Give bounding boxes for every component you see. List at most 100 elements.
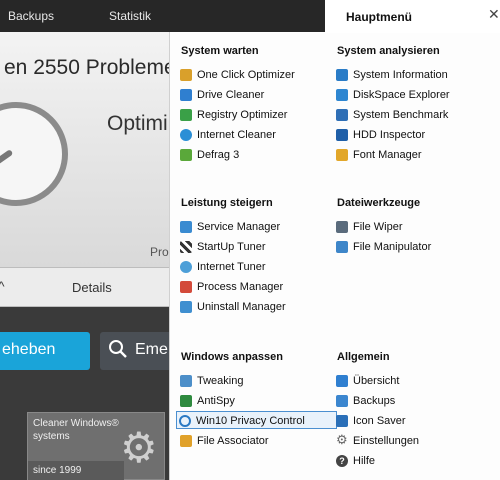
menu-item-label: Übersicht [353, 375, 400, 387]
overview-icon [336, 375, 348, 387]
badge-year: since 1999 [28, 461, 124, 480]
menu-item-label: StartUp Tuner [197, 241, 266, 253]
menu-item-label: Backups [353, 395, 396, 407]
chevron-up-icon: ^ [0, 278, 5, 294]
menu-item-font-manager[interactable]: Font Manager [334, 146, 492, 164]
main-menu-panel: System warten One Click Optimizer Drive … [169, 32, 500, 480]
problem-count-title: en 2550 Probleme [4, 56, 176, 79]
menu-item-one-click-optimizer[interactable]: One Click Optimizer [178, 66, 336, 84]
badge-line-2: systems [33, 431, 70, 442]
section-title-allgemein: Allgemein [337, 351, 390, 363]
service-manager-icon [180, 221, 192, 233]
menu-item-tweaking[interactable]: Tweaking [178, 372, 336, 390]
details-label: Details [72, 280, 112, 295]
menu-item-label: Internet Cleaner [197, 129, 276, 141]
menu-item-label: Tweaking [197, 375, 244, 387]
speedometer-icon [0, 102, 68, 206]
section-title-windows-anpassen: Windows anpassen [181, 351, 283, 363]
menu-item-label: Win10 Privacy Control [196, 415, 305, 427]
menu-item-overview[interactable]: Übersicht [334, 372, 492, 390]
optimize-title: Optimi [107, 112, 168, 135]
menu-item-system-benchmark[interactable]: System Benchmark [334, 106, 492, 124]
menu-item-internet-tuner[interactable]: Internet Tuner [178, 258, 336, 276]
menu-item-backups[interactable]: Backups [334, 392, 492, 410]
tab-statistik[interactable]: Statistik [109, 9, 151, 23]
internet-tuner-icon [180, 261, 192, 273]
menu-item-label: Uninstall Manager [197, 301, 286, 313]
menu-item-label: DiskSpace Explorer [353, 89, 450, 101]
search-icon [108, 339, 128, 364]
main-menu-title: Hauptmenü [346, 10, 412, 24]
main-menu-tab[interactable]: Hauptmenü ✕ [325, 0, 500, 32]
menu-item-icon-saver[interactable]: Icon Saver [334, 412, 492, 430]
registry-optimizer-icon [180, 109, 192, 121]
menu-item-file-associator[interactable]: File Associator [178, 432, 336, 450]
menu-item-label: File Wiper [353, 221, 403, 233]
menu-item-file-wiper[interactable]: File Wiper [334, 218, 492, 236]
icon-saver-icon [336, 415, 348, 427]
settings-icon: ⚙ [336, 432, 348, 447]
fix-problems-label: eheben [2, 341, 56, 358]
menu-item-label: AntiSpy [197, 395, 235, 407]
section-title-system-analysieren: System analysieren [337, 45, 440, 57]
menu-item-system-information[interactable]: System Information [334, 66, 492, 84]
uninstall-manager-icon [180, 301, 192, 313]
drive-cleaner-icon [180, 89, 192, 101]
one-click-optimizer-icon [180, 69, 192, 81]
close-icon[interactable]: ✕ [488, 6, 500, 23]
font-manager-icon [336, 149, 348, 161]
more-button-label: Eme [135, 341, 168, 358]
menu-item-process-manager[interactable]: Process Manager [178, 278, 336, 296]
system-information-icon [336, 69, 348, 81]
pro-label: Pro [150, 245, 169, 259]
defrag-icon [180, 149, 192, 161]
menu-item-antispy[interactable]: AntiSpy [178, 392, 336, 410]
menu-item-file-manipulator[interactable]: File Manipulator [334, 238, 492, 256]
menu-item-label: Hilfe [353, 455, 376, 467]
cleaner-windows-badge: Cleaner Windows® systems since 1999 ⚙ [27, 412, 165, 480]
menu-item-label: Service Manager [197, 221, 281, 233]
menu-item-label: Einstellungen [353, 435, 420, 447]
file-associator-icon [180, 435, 192, 447]
internet-cleaner-icon [180, 129, 192, 141]
menu-item-label: System Benchmark [353, 109, 449, 121]
section-title-system-warten: System warten [181, 45, 259, 57]
menu-item-hdd-inspector[interactable]: HDD Inspector [334, 126, 492, 144]
menu-item-help[interactable]: ? Hilfe [334, 452, 492, 470]
menu-item-defrag[interactable]: Defrag 3 [178, 146, 336, 164]
menu-item-label: Defrag 3 [197, 149, 240, 161]
hdd-inspector-icon [336, 129, 348, 141]
menu-item-label: Process Manager [197, 281, 284, 293]
backups-icon [336, 395, 348, 407]
menu-item-service-manager[interactable]: Service Manager [178, 218, 336, 236]
menu-item-label: HDD Inspector [353, 129, 426, 141]
menu-item-label: One Click Optimizer [197, 69, 295, 81]
file-wiper-icon [336, 221, 348, 233]
menu-item-label: Registry Optimizer [197, 109, 288, 121]
menu-item-label: Internet Tuner [197, 261, 266, 273]
menu-item-internet-cleaner[interactable]: Internet Cleaner [178, 126, 336, 144]
menu-item-uninstall-manager[interactable]: Uninstall Manager [178, 298, 336, 316]
fix-problems-button[interactable]: eheben [0, 332, 90, 370]
menu-item-startup-tuner[interactable]: StartUp Tuner [178, 238, 336, 256]
diskspace-explorer-icon [336, 89, 348, 101]
menu-item-diskspace-explorer[interactable]: DiskSpace Explorer [334, 86, 492, 104]
help-icon: ? [336, 455, 348, 467]
menu-item-label: Icon Saver [353, 415, 406, 427]
section-title-leistung-steigern: Leistung steigern [181, 197, 273, 209]
menu-item-settings[interactable]: ⚙ Einstellungen [334, 432, 492, 450]
menu-item-win10-privacy-control[interactable]: Win10 Privacy Control [176, 411, 337, 429]
tab-backups[interactable]: Backups [8, 9, 54, 23]
menu-item-label: Font Manager [353, 149, 422, 161]
file-manipulator-icon [336, 241, 348, 253]
process-manager-icon [180, 281, 192, 293]
menu-item-drive-cleaner[interactable]: Drive Cleaner [178, 86, 336, 104]
win10-privacy-icon [179, 415, 191, 427]
system-benchmark-icon [336, 109, 348, 121]
menu-item-registry-optimizer[interactable]: Registry Optimizer [178, 106, 336, 124]
menu-item-label: File Associator [197, 435, 269, 447]
gear-icon: ⚙ [120, 424, 158, 471]
menu-item-label: Drive Cleaner [197, 89, 265, 101]
startup-tuner-icon [180, 241, 192, 253]
tweaking-icon [180, 375, 192, 387]
